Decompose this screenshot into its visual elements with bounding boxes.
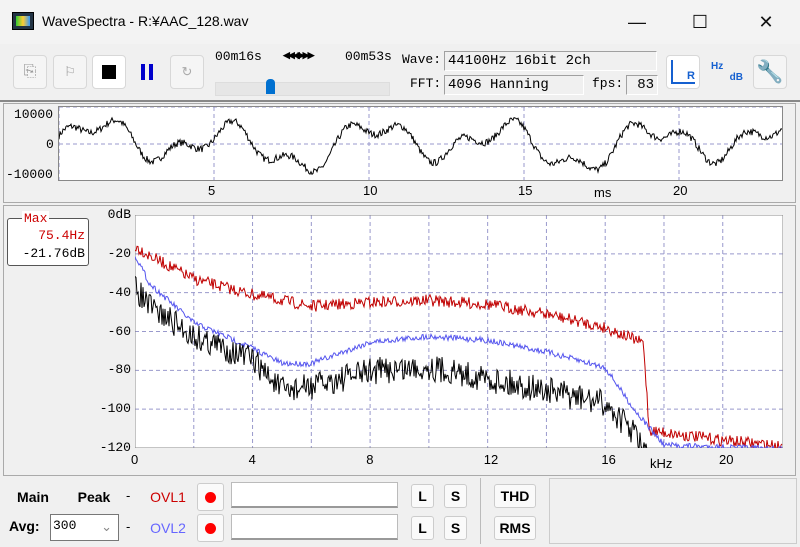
- channel-lr-button[interactable]: R: [666, 55, 700, 89]
- divider: [480, 478, 481, 544]
- seek-buttons[interactable]: ◀◀◀▶▶▶: [283, 50, 315, 61]
- ovl2-button[interactable]: OVL2: [144, 516, 192, 540]
- fps-value: 83: [626, 75, 658, 95]
- ovl2-load-button[interactable]: L: [411, 516, 434, 540]
- open-file-icon: ⎘: [23, 63, 37, 80]
- slider-thumb[interactable]: [266, 79, 276, 94]
- wave-y-tick: 0: [46, 137, 54, 152]
- peak-level: -21.76dB: [22, 246, 85, 261]
- separator-dash: -: [126, 488, 131, 503]
- ovl2-save-button[interactable]: S: [444, 516, 467, 540]
- maximize-button[interactable]: ☐: [677, 0, 723, 44]
- ovl1-record-button[interactable]: [197, 483, 224, 511]
- title-bar: WaveSpectra - R:¥AAC_128.wav — ☐ ✕: [0, 0, 800, 44]
- settings-button[interactable]: 🔧: [753, 55, 787, 89]
- x-tick-label: 12: [483, 452, 499, 467]
- x-tick-label: 16: [601, 452, 616, 467]
- y-tick-label: 0dB: [107, 207, 131, 222]
- lr-icon: R: [671, 60, 695, 84]
- avg-select[interactable]: 300 ⌄: [50, 514, 119, 541]
- peak-box-title: Max: [22, 211, 50, 226]
- stop-icon: [102, 65, 116, 79]
- wave-format-field: 44100Hz 16bit 2ch: [444, 51, 657, 71]
- peak-button[interactable]: Peak: [70, 485, 118, 509]
- wrench-icon: 🔧: [756, 59, 784, 84]
- divider: [0, 100, 800, 102]
- chevron-down-icon: ⌄: [101, 519, 112, 534]
- axis-settings-button[interactable]: Hz dB: [710, 55, 744, 89]
- y-tick-label: -100: [99, 401, 131, 417]
- peak-frequency: 75.4Hz: [38, 228, 85, 243]
- record-icon: [205, 522, 216, 534]
- waveform-trace: [59, 116, 782, 176]
- wave-y-tick: 10000: [14, 107, 54, 122]
- flag-icon: ⚐: [64, 64, 76, 79]
- time-start: 00m16s: [215, 49, 262, 64]
- app-icon: [12, 12, 34, 30]
- wave-x-tick: 10: [363, 183, 378, 198]
- y-tick-label: -20: [107, 245, 131, 261]
- ovl1-button[interactable]: OVL1: [144, 485, 192, 509]
- position-slider[interactable]: [215, 79, 390, 96]
- y-tick-label: -40: [107, 284, 131, 300]
- ovl1-name-input[interactable]: [231, 482, 398, 508]
- time-end: 00m53s: [345, 49, 392, 64]
- waveform-plot: [58, 106, 783, 181]
- hz-db-icon: Hz: [711, 61, 724, 72]
- info-panel: [549, 478, 797, 544]
- wave-x-tick: 15: [518, 183, 533, 198]
- fft-setting-field: 4096 Hanning: [444, 75, 584, 95]
- peak-info-box: Max 75.4Hz -21.76dB: [7, 211, 89, 266]
- record-icon: [205, 491, 216, 503]
- window-title: WaveSpectra - R:¥AAC_128.wav: [42, 13, 249, 29]
- spectrum-plot: [135, 215, 783, 448]
- x-tick-label: 4: [248, 452, 256, 467]
- avg-label: Avg:: [9, 518, 40, 534]
- wave-x-unit: ms: [594, 185, 612, 200]
- ovl1-save-button[interactable]: S: [444, 484, 467, 508]
- refresh-icon: ↻: [181, 64, 193, 79]
- x-tick-label: 20: [719, 452, 734, 467]
- minimize-button[interactable]: —: [614, 0, 660, 44]
- refresh-button[interactable]: ↻: [170, 55, 204, 89]
- ovl2-name-input[interactable]: [231, 514, 398, 540]
- ovl2-record-button[interactable]: [197, 514, 224, 542]
- y-tick-label: -60: [107, 323, 131, 339]
- wave-label: Wave:: [402, 52, 442, 67]
- series-peak: [135, 245, 783, 448]
- y-tick-label: -120: [99, 440, 131, 455]
- x-tick-label: 8: [366, 452, 374, 467]
- wave-x-tick: 20: [673, 183, 688, 198]
- wave-y-tick: -10000: [6, 167, 53, 182]
- main-button[interactable]: Main: [10, 485, 56, 509]
- separator-dash: -: [126, 519, 131, 534]
- close-button[interactable]: ✕: [743, 0, 789, 44]
- pause-icon: [141, 64, 153, 80]
- fft-label: FFT:: [410, 76, 442, 91]
- play-button[interactable]: ⚐: [53, 55, 87, 89]
- rms-button[interactable]: RMS: [494, 516, 536, 540]
- wave-x-tick: 5: [208, 183, 216, 198]
- open-file-button[interactable]: ⎘: [13, 55, 47, 89]
- y-tick-label: -80: [107, 362, 131, 378]
- ovl1-load-button[interactable]: L: [411, 484, 434, 508]
- thd-button[interactable]: THD: [494, 484, 536, 508]
- pause-button[interactable]: [130, 55, 164, 89]
- stop-button[interactable]: [92, 55, 126, 89]
- x-axis-unit: kHz: [650, 456, 673, 471]
- x-tick-label: 0: [131, 452, 139, 467]
- fps-label: fps:: [592, 76, 624, 91]
